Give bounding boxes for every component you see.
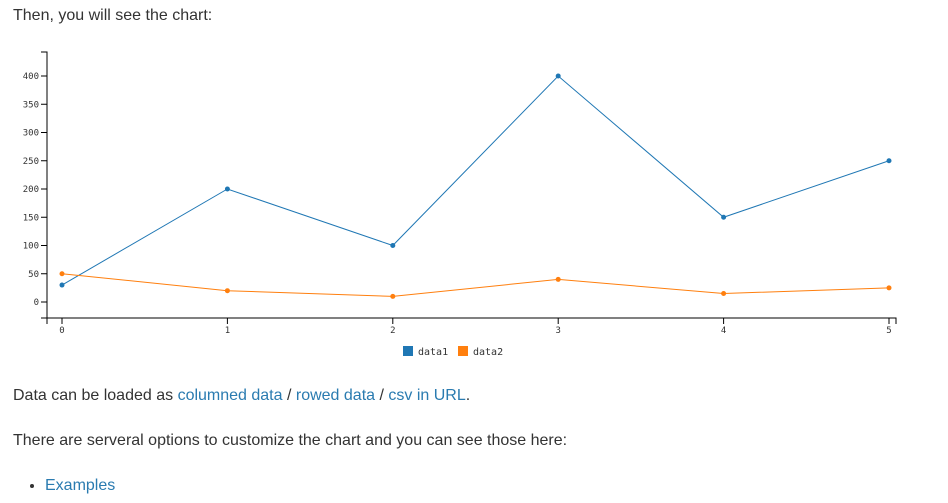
list-item: Examples [45,476,115,496]
legend-item-data2[interactable]: data2 [458,346,503,358]
data-point-data1 [59,282,65,288]
series-line-data1 [61,75,890,286]
y-tick-label: 50 [28,270,39,280]
csv-in-url-link[interactable]: csv in URL [388,387,465,404]
intro-text: Then, you will see the chart: [13,7,213,24]
link-separator: / [282,387,296,404]
y-tick-label: 400 [23,72,39,82]
options-text: There are serveral options to customize … [13,432,568,449]
x-tick-label: 1 [225,326,230,336]
data-loading-text: Data can be loaded as columned data / ro… [13,386,470,406]
data-point-data1 [886,158,892,164]
y-tick-label: 200 [23,185,39,195]
y-axis: 0 50 100 150 200 250 300 350 400 [23,51,48,319]
x-tick-label: 3 [555,326,560,336]
legend-swatch [458,346,468,356]
series-line-data2 [61,273,890,297]
legend-label: data2 [473,347,503,358]
data-point-data2 [390,293,396,299]
data-point-data2 [555,276,561,282]
line-chart: 050100150200250300350400 012345 data1 dat… [23,51,897,358]
data-point-data2 [886,285,892,291]
x-tick-label: 4 [721,326,726,336]
columned-data-link[interactable]: columned data [178,387,283,404]
y-tick-label: 0 [34,298,39,308]
y-tick-label: 100 [23,242,39,252]
data-prefix: Data can be loaded as [13,387,178,404]
data-point-data2 [59,271,65,277]
link-separator: / [375,387,389,404]
x-axis: 0 1 2 3 4 5 [46,317,897,336]
x-tick-label: 0 [59,326,64,336]
data-point-data1 [390,243,396,248]
x-tick-label: 5 [886,326,891,336]
y-tick-label: 350 [23,100,39,110]
data-point-data1 [224,186,230,192]
data-point-data2 [721,291,727,297]
legend: data1 data2 [403,346,503,358]
x-tick-label: 2 [390,326,395,336]
y-tick-label: 300 [23,129,39,139]
y-axis-line [41,51,48,319]
y-tick-label: 250 [23,157,39,167]
data-suffix: . [465,387,471,404]
legend-swatch [403,346,413,356]
examples-list: Examples [0,476,115,496]
data-point-data1 [555,73,561,79]
y-tick-label: 150 [23,213,39,223]
data-point-data1 [721,214,727,220]
data-point-data2 [224,288,230,294]
series-layer [59,73,892,299]
x-axis-line [46,317,897,324]
examples-link[interactable]: Examples [45,477,115,494]
legend-item-data1[interactable]: data1 [403,346,448,358]
rowed-data-link[interactable]: rowed data [296,387,375,404]
legend-label: data1 [418,347,448,358]
